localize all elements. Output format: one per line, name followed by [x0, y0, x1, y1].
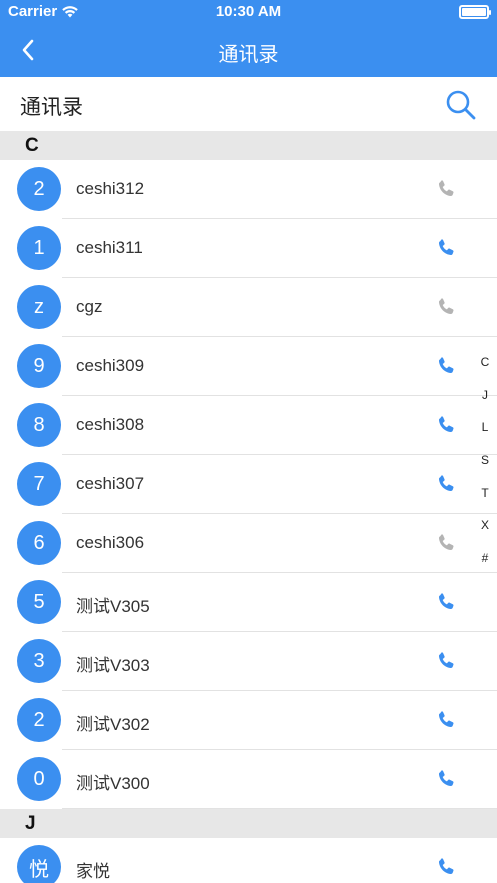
call-button[interactable] [435, 856, 457, 878]
navigation-bar: 通讯录 [0, 24, 497, 77]
index-letter[interactable]: # [477, 542, 493, 575]
contact-row[interactable]: z cgz [0, 278, 497, 337]
avatar: 0 [17, 757, 61, 801]
contact-row[interactable]: 8 ceshi308 [0, 396, 497, 455]
avatar: 9 [17, 344, 61, 388]
nav-title: 通讯录 [218, 44, 279, 66]
contact-row[interactable]: 0 测试V300 [0, 750, 497, 809]
contact-name: ceshi307 [76, 474, 145, 493]
avatar: 2 [17, 698, 61, 742]
contact-row[interactable]: 9 ceshi309 [0, 337, 497, 396]
avatar: 5 [17, 580, 61, 624]
contact-name: 测试V302 [76, 715, 150, 734]
phone-icon [438, 239, 454, 256]
phone-icon [438, 858, 454, 875]
contact-row[interactable]: 6 ceshi306 [0, 514, 497, 573]
contact-name: ceshi306 [76, 533, 145, 552]
search-button[interactable] [445, 89, 477, 121]
phone-icon [438, 298, 454, 315]
search-icon [446, 90, 476, 120]
phone-icon [438, 416, 454, 433]
contact-name: 测试V300 [76, 774, 150, 793]
phone-icon [438, 475, 454, 492]
avatar: 2 [17, 167, 61, 211]
avatar: 3 [17, 639, 61, 683]
contact-list: C 2 ceshi312 1 ceshi311 z cgz 9 ceshi309 8 ceshi30… [0, 131, 497, 883]
avatar: 1 [17, 226, 61, 270]
contact-row[interactable]: 3 测试V303 [0, 632, 497, 691]
call-button[interactable] [435, 473, 457, 495]
avatar: 6 [17, 521, 61, 565]
call-button[interactable] [435, 709, 457, 731]
contact-name: cgz [76, 297, 103, 316]
divider [62, 808, 497, 809]
phone-icon [438, 652, 454, 669]
status-bar: Carrier 10:30 AM [0, 0, 497, 24]
contact-row[interactable]: 2 ceshi312 [0, 160, 497, 219]
call-button[interactable] [435, 650, 457, 672]
call-button[interactable] [435, 355, 457, 377]
phone-icon [438, 593, 454, 610]
contact-row[interactable]: 7 ceshi307 [0, 455, 497, 514]
contact-name: 测试V303 [76, 656, 150, 675]
index-letter[interactable]: L [477, 411, 493, 444]
contact-row[interactable]: 悦家悦 [0, 838, 497, 883]
call-button[interactable] [435, 296, 457, 318]
call-button[interactable] [435, 414, 457, 436]
avatar: 7 [17, 462, 61, 506]
call-button[interactable] [435, 532, 457, 554]
contact-row[interactable]: 2 测试V302 [0, 691, 497, 750]
index-letter[interactable]: S [477, 444, 493, 477]
phone-icon [438, 711, 454, 728]
section-header-c: C [0, 131, 497, 160]
contact-name: ceshi308 [76, 415, 145, 434]
call-button[interactable] [435, 768, 457, 790]
avatar: 悦 [17, 845, 61, 883]
avatar: z [17, 285, 61, 329]
phone-icon [438, 180, 454, 197]
phone-icon [438, 357, 454, 374]
avatar: 8 [17, 403, 61, 447]
status-time: 10:30 AM [215, 3, 282, 20]
contact-row[interactable]: 5 测试V305 [0, 573, 497, 632]
alphabet-index[interactable]: C J L S T X # [477, 346, 493, 575]
phone-icon [438, 534, 454, 551]
index-letter[interactable]: C [477, 346, 493, 379]
call-button[interactable] [435, 237, 457, 259]
index-letter[interactable]: T [477, 477, 493, 510]
call-button[interactable] [435, 591, 457, 613]
index-letter[interactable]: X [477, 509, 493, 542]
section-header-j: J [0, 809, 497, 838]
contact-name: 家悦 [76, 862, 110, 881]
contact-name: ceshi309 [76, 356, 145, 375]
page-header: 通讯录 [0, 77, 497, 131]
battery-icon [459, 5, 491, 19]
page-title: 通讯录 [20, 96, 83, 119]
phone-icon [438, 770, 454, 787]
contact-name: 测试V305 [76, 597, 150, 616]
contact-name: ceshi312 [76, 179, 145, 198]
contact-name: ceshi311 [76, 238, 143, 257]
call-button[interactable] [435, 178, 457, 200]
contact-row[interactable]: 1 ceshi311 [0, 219, 497, 278]
index-letter[interactable]: J [477, 379, 493, 412]
